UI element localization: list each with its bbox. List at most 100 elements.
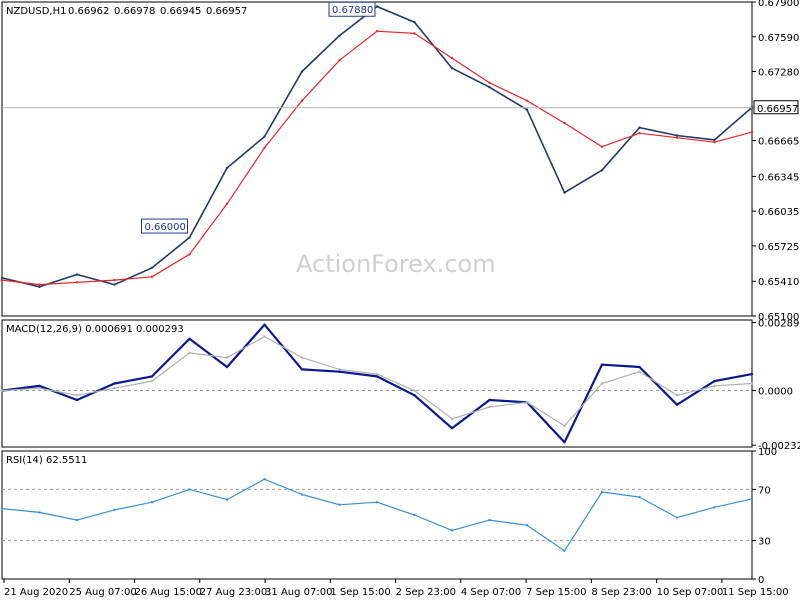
signal-point — [75, 394, 79, 397]
rsi-point — [375, 501, 379, 504]
ma-point — [563, 121, 566, 125]
x-tick-label: 31 Aug 07:00 — [265, 587, 332, 598]
y-tick-label: 0.65410 — [758, 277, 799, 288]
ohlc-close: 0.66957 — [206, 6, 247, 17]
rsi-point — [113, 508, 116, 512]
close-point — [450, 66, 454, 70]
macd-title: MACD(12,26,9) 0.000691 0.000293 — [6, 324, 184, 335]
close-point — [150, 266, 154, 269]
rsi-point — [338, 503, 341, 506]
rsi-point — [525, 524, 529, 527]
signal-point — [413, 389, 416, 392]
signal-point — [150, 379, 154, 383]
rsi-point — [563, 549, 566, 553]
rsi-point — [225, 498, 229, 501]
close-point — [263, 135, 266, 138]
y-tick-label: 0.66035 — [758, 207, 799, 218]
ma-point — [225, 202, 229, 206]
x-tick-label: 11 Sep 15:00 — [722, 587, 789, 598]
ma-point — [150, 275, 154, 278]
rsi-point — [150, 501, 154, 504]
macd-point — [38, 384, 41, 388]
close-point — [675, 134, 679, 137]
y-tick-label: 100 — [758, 447, 777, 458]
signal-point — [750, 382, 754, 385]
rsi-point — [713, 506, 716, 509]
macd-point — [450, 426, 454, 430]
close-point — [0, 276, 4, 280]
x-tick-label: 4 Sep 07:00 — [461, 587, 521, 598]
price-annotation-label: 0.67880 — [332, 5, 373, 16]
y-tick-label: 0.67900 — [758, 0, 799, 9]
macd-point — [225, 365, 229, 369]
ma-point — [300, 99, 304, 102]
ma-point — [375, 29, 379, 33]
ma-point — [338, 59, 341, 62]
macd-point — [263, 323, 266, 326]
rsi-title: RSI(14) 62.5511 — [6, 455, 87, 466]
rsi-point — [75, 518, 79, 522]
signal-point — [525, 401, 529, 404]
close-point — [225, 166, 229, 170]
x-tick-label: 8 Sep 23:00 — [591, 587, 651, 598]
macd-point — [713, 379, 716, 383]
ma-point — [750, 130, 754, 134]
y-tick-label: 0 — [758, 575, 764, 586]
close-point — [638, 126, 641, 129]
ma-point — [263, 146, 266, 149]
signal-point — [488, 405, 491, 409]
ma-point — [713, 140, 716, 144]
close-point — [525, 108, 529, 111]
signal-point — [263, 335, 266, 338]
signal-point — [638, 370, 641, 373]
x-tick-label: 21 Aug 2020 — [4, 587, 68, 598]
rsi-point — [188, 488, 191, 491]
ma-point — [525, 99, 529, 102]
close-point — [713, 138, 716, 142]
y-tick-label: 0.0000 — [758, 387, 793, 398]
ma-point — [413, 32, 416, 35]
macd-point — [188, 337, 191, 341]
rsi-point — [300, 493, 304, 496]
rsi-point — [488, 518, 491, 522]
close-point — [563, 191, 566, 194]
chart-canvas: 0.67900 0.67590 0.67280 0.66665 0.66345 0.660… — [0, 0, 800, 600]
signal-point — [563, 424, 566, 428]
ma-point — [75, 281, 79, 284]
rsi-point — [600, 490, 604, 494]
signal-point — [450, 417, 454, 420]
close-point — [375, 5, 379, 8]
ohlc-high: 0.66978 — [114, 6, 155, 17]
rsi-point — [450, 529, 454, 532]
macd-point — [113, 382, 116, 385]
x-tick-label: 1 Sep 15:00 — [330, 587, 390, 598]
rsi-point — [413, 513, 416, 517]
ma-point — [638, 132, 641, 135]
rsi-point — [675, 516, 679, 519]
y-tick-label: 0.67280 — [758, 68, 799, 79]
forex-chart-window: 0.67900 0.67590 0.67280 0.66665 0.66345 0.660… — [0, 0, 800, 600]
x-tick-label: 7 Sep 15:00 — [526, 587, 586, 598]
price-annotation-label: 0.66000 — [145, 222, 186, 233]
x-tick-label: 27 Aug 23:00 — [200, 587, 267, 598]
signal-point — [375, 372, 379, 376]
macd-point — [488, 398, 491, 402]
macd-point — [638, 365, 641, 369]
rsi-point — [638, 495, 641, 499]
close-point — [38, 285, 41, 289]
ma-point — [488, 81, 491, 84]
y-tick-label: 0.65725 — [758, 242, 799, 253]
x-tick-label: 2 Sep 23:00 — [396, 587, 456, 598]
signal-point — [338, 368, 341, 371]
x-tick-label: 25 Aug 07:00 — [69, 587, 136, 598]
signal-point — [600, 382, 604, 385]
macd-point — [563, 441, 566, 444]
close-point — [75, 273, 79, 276]
ma-point — [600, 145, 604, 148]
close-point — [413, 20, 416, 24]
close-point — [488, 86, 491, 89]
ohlc-open: 0.66962 — [68, 6, 109, 17]
ma-point — [450, 56, 454, 60]
macd-point — [75, 398, 79, 402]
y-tick-label: 70 — [758, 485, 771, 496]
